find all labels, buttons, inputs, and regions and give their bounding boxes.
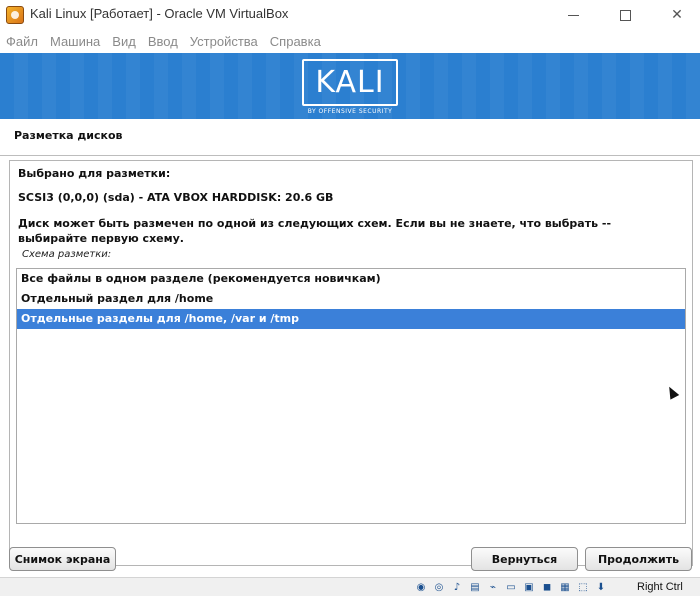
virtualbox-app-icon (6, 6, 24, 24)
list-item-all-in-one[interactable]: Все файлы в одном разделе (рекомендуется… (17, 269, 685, 289)
display-icon[interactable]: ▣ (521, 580, 537, 595)
menu-view[interactable]: Вид (106, 31, 142, 53)
minimize-button[interactable] (550, 0, 596, 30)
close-icon: ✕ (671, 7, 683, 23)
shared-folder-icon[interactable]: ▭ (503, 580, 519, 595)
menu-input[interactable]: Ввод (142, 31, 184, 53)
installer-window: Разметка дисков Выбрано для разметки: SC… (0, 119, 700, 577)
selected-disk-label: Выбрано для разметки: (18, 167, 171, 180)
mouse-integration-icon[interactable]: ⬚ (575, 580, 591, 595)
back-button[interactable]: Вернуться (471, 547, 578, 571)
scheme-label: Схема разметки: (22, 249, 112, 260)
list-item-separate-home-var-tmp[interactable]: Отдельные разделы для /home, /var и /tmp (17, 309, 685, 329)
menu-help[interactable]: Справка (264, 31, 327, 53)
kali-tagline: BY OFFENSIVE SECURITY (307, 108, 393, 115)
video-capture-icon[interactable]: ◼ (539, 580, 555, 595)
host-key-label: Right Ctrl (637, 581, 683, 593)
audio-icon[interactable]: ♪ (449, 580, 465, 595)
partitioning-panel: Выбрано для разметки: SCSI3 (0,0,0) (sda… (9, 160, 693, 566)
menu-file[interactable]: Файл (0, 31, 44, 53)
cpu-icon[interactable]: ▦ (557, 580, 573, 595)
maximize-icon (619, 9, 631, 21)
window-title-bar: Kali Linux [Работает] - Oracle VM Virtua… (0, 0, 700, 30)
menu-devices[interactable]: Устройства (184, 31, 264, 53)
window-title: Kali Linux [Работает] - Oracle VM Virtua… (30, 6, 289, 21)
menu-bar: Файл Машина Вид Ввод Устройства Справка (0, 31, 700, 53)
kali-logo-text: KALI (315, 64, 385, 100)
menu-machine[interactable]: Машина (44, 31, 106, 53)
scheme-description: Диск может быть размечен по одной из сле… (18, 217, 612, 245)
partition-scheme-list[interactable]: Все файлы в одном разделе (рекомендуется… (16, 268, 686, 524)
close-button[interactable]: ✕ (654, 0, 700, 30)
maximize-button[interactable] (602, 0, 648, 30)
optical-drive-icon[interactable]: ◎ (431, 580, 447, 595)
kali-banner: KALI BY OFFENSIVE SECURITY (0, 53, 700, 119)
network-icon[interactable]: ▤ (467, 580, 483, 595)
title-divider (0, 155, 700, 156)
minimize-icon (567, 14, 579, 16)
kali-logo: KALI (302, 59, 398, 106)
screenshot-button[interactable]: Снимок экрана (9, 547, 116, 571)
selected-disk: SCSI3 (0,0,0) (sda) - ATA VBOX HARDDISK:… (18, 191, 334, 204)
continue-button[interactable]: Продолжить (585, 547, 692, 571)
page-title: Разметка дисков (14, 129, 123, 142)
status-icons: ◉ ◎ ♪ ▤ ⌁ ▭ ▣ ◼ ▦ ⬚ ⬇ (413, 580, 611, 595)
usb-icon[interactable]: ⌁ (485, 580, 501, 595)
list-item-separate-home[interactable]: Отдельный раздел для /home (17, 289, 685, 309)
hard-disk-icon[interactable]: ◉ (413, 580, 429, 595)
virtualbox-status-bar: ◉ ◎ ♪ ▤ ⌁ ▭ ▣ ◼ ▦ ⬚ ⬇ Right Ctrl (0, 577, 700, 596)
keyboard-icon[interactable]: ⬇ (593, 580, 609, 595)
